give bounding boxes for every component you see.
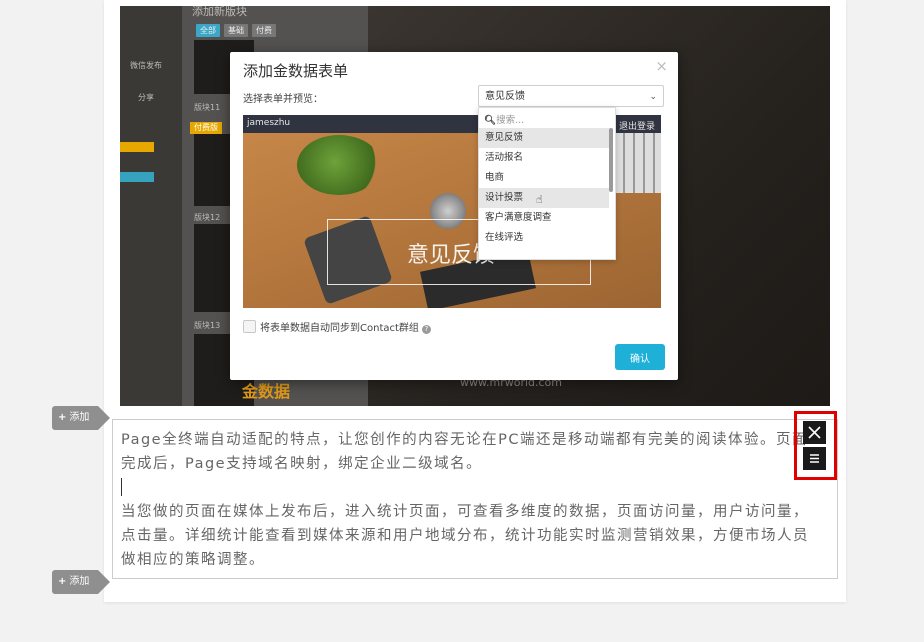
dropdown-option-event[interactable]: 活动报名 (479, 148, 609, 168)
sync-checkbox[interactable] (243, 320, 256, 333)
panel-title: 添加新版块 (192, 6, 247, 18)
dropdown-search[interactable]: 🔍︎搜索... (484, 112, 524, 126)
preview-plant (297, 135, 381, 195)
search-placeholder: 搜索... (496, 115, 525, 126)
dropdown-option-vote[interactable]: 设计投票 (479, 188, 609, 208)
side-label-publish: 微信发布 (130, 61, 162, 70)
tile-label-13: 版块13 (194, 321, 221, 330)
modal-title: 添加金数据表单 (243, 62, 349, 80)
help-icon[interactable]: ? (421, 325, 431, 334)
paragraph-2[interactable]: 当您做的页面在媒体上发布后，进入统计页面，可查看多维度的数据，页面访问量，用户访… (121, 500, 821, 572)
sync-row: 将表单数据自动同步到Contact群组? (243, 319, 431, 334)
preview-keyboard (615, 133, 661, 193)
sync-label: 将表单数据自动同步到Contact群组 (260, 323, 419, 334)
tile-label-11: 版块11 (194, 103, 221, 112)
form-select[interactable]: 意见反馈 ⌄ (478, 85, 664, 107)
paragraph-1[interactable]: Page全终端自动适配的特点，让您创作的内容无论在PC端还是移动端都有完美的阅读… (121, 428, 821, 476)
dropdown-option-ecommerce[interactable]: 电商 (479, 168, 609, 188)
chevron-down-icon: ⌄ (649, 92, 657, 102)
yellow-bar (120, 142, 154, 152)
tile-label-12: 版块12 (194, 213, 221, 222)
dropdown-scrollbar[interactable] (609, 128, 613, 192)
search-icon: 🔍︎ (484, 115, 497, 126)
confirm-button[interactable]: 确认 (615, 344, 665, 370)
preview-logout: 退出登录 (618, 122, 655, 132)
add-label: 添加 (69, 576, 90, 587)
text-block-editor[interactable]: Page全终端自动适配的特点，让您创作的内容无论在PC端还是移动端都有完美的阅读… (112, 419, 838, 579)
menu-icon (810, 454, 819, 463)
dropdown-option-rating[interactable]: 在线评选 (479, 228, 609, 248)
form-dropdown: 🔍︎搜索... 意见反馈 活动报名 电商 设计投票 客户满意度调查 在线评选 (478, 107, 616, 260)
form-select-value: 意见反馈 (485, 91, 525, 102)
select-label: 选择表单并预览： (243, 94, 323, 105)
add-form-modal: 添加金数据表单 × 选择表单并预览： 意见反馈 ⌄ jameszhu 退出登录 … (230, 52, 678, 380)
block-menu-button[interactable] (803, 447, 826, 470)
side-label-share: 分享 (138, 93, 154, 102)
chip-basic: 基础 (224, 24, 248, 37)
delete-block-button[interactable] (803, 421, 826, 444)
close-icon (808, 426, 821, 439)
plus-icon: + (58, 412, 67, 423)
add-block-button[interactable]: + 添加 (52, 570, 110, 594)
dropdown-option-feedback[interactable]: 意见反馈 (479, 128, 609, 148)
paid-badge: 付费版 (190, 122, 222, 134)
chip-all: 全部 (196, 24, 220, 37)
text-caret (121, 478, 122, 496)
hand-cursor-icon: ☝ (536, 193, 543, 206)
preview-username: jameszhu (247, 118, 291, 128)
chip-paid: 付费 (252, 24, 276, 37)
add-block-button[interactable]: + 添加 (52, 406, 110, 430)
plus-icon: + (58, 576, 67, 587)
logo-text: 金数据 (242, 382, 291, 401)
close-icon[interactable]: × (655, 57, 668, 75)
teal-bar (120, 172, 154, 182)
add-label: 添加 (69, 412, 90, 423)
dropdown-option-satisfaction[interactable]: 客户满意度调查 (479, 208, 609, 228)
